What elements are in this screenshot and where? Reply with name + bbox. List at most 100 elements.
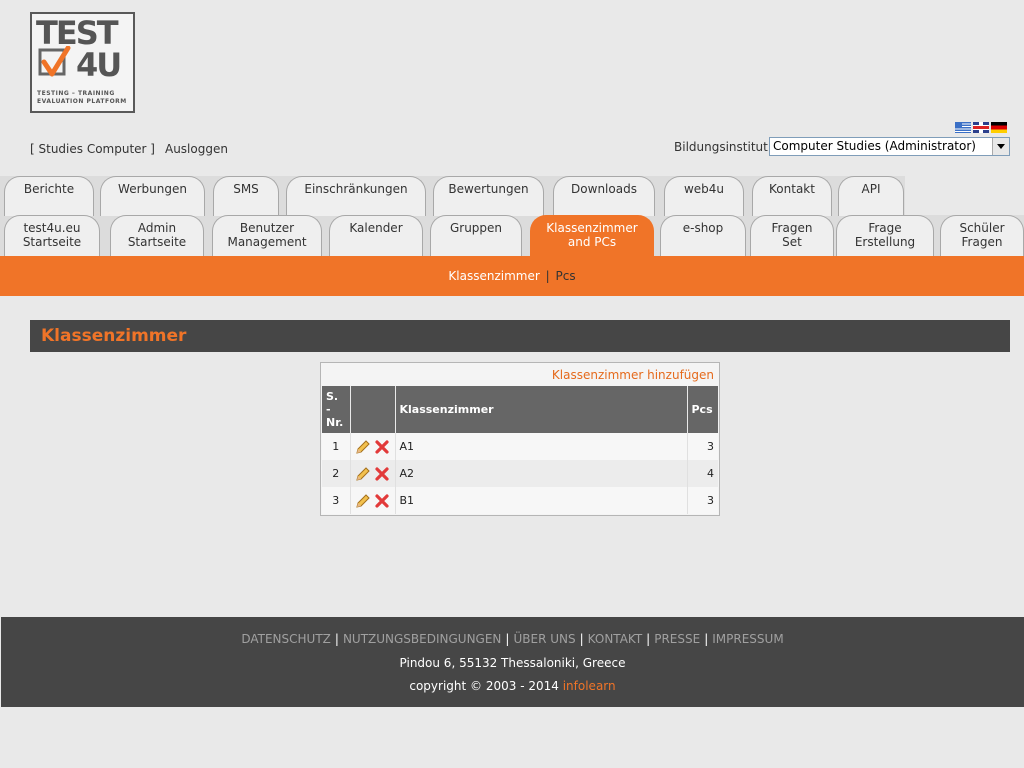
logo-tagline-1: TESTING – TRAINING [37, 90, 115, 97]
footer-link-ueber-uns[interactable]: ÜBER UNS [513, 632, 575, 646]
tab-sms[interactable]: SMS [213, 176, 279, 216]
tab-admin-startseite[interactable]: Admin Startseite [110, 215, 204, 256]
footer-address: Pindou 6, 55132 Thessaloniki, Greece [399, 656, 626, 670]
sub-navigation: Klassenzimmer | Pcs [0, 256, 1024, 296]
tab-fragen-set[interactable]: Fragen Set [750, 215, 834, 256]
tab-kalender[interactable]: Kalender [329, 215, 423, 256]
greek-flag-icon[interactable] [955, 122, 971, 133]
tab-schueler-fragen[interactable]: Schüler Fragen [940, 215, 1024, 256]
cell-actions [350, 460, 396, 487]
cell-pcs: 4 [687, 460, 718, 487]
footer-separator: | [505, 632, 510, 646]
footer-link-kontakt[interactable]: KONTAKT [588, 632, 643, 646]
tab-label-line1: test4u.eu [23, 221, 81, 235]
user-links: [ Studies Computer ] Ausloggen [30, 142, 228, 156]
tab-label-line2: Startseite [127, 235, 187, 249]
cell-actions [350, 487, 396, 514]
cell-classroom-name: A2 [395, 460, 688, 487]
footer-link-impressum[interactable]: IMPRESSUM [712, 632, 783, 646]
column-header-actions [350, 386, 396, 433]
tab-label-line1: Gruppen [449, 221, 503, 235]
tab-web4u[interactable]: web4u [664, 176, 744, 216]
subnav-klassenzimmer[interactable]: Klassenzimmer [448, 269, 539, 283]
dropdown-arrow-icon[interactable] [992, 138, 1009, 155]
footer-separator: | [579, 632, 584, 646]
footer-links: DATENSCHUTZ | NUTZUNGSBEDINGUNGEN | ÜBER UNS… [1, 632, 1024, 646]
footer-link-nutzungsbedingungen[interactable]: NUTZUNGSBEDINGUNGEN [343, 632, 501, 646]
footer-separator: | [334, 632, 339, 646]
tab-label-line1: Admin [137, 221, 177, 235]
subnav-separator: | [545, 269, 550, 283]
cell-classroom-name: A1 [395, 433, 688, 460]
footer-link-presse[interactable]: PRESSE [654, 632, 700, 646]
institute-select[interactable]: Computer Studies (Administrator) [769, 137, 1010, 156]
cell-nr: 2 [322, 460, 351, 487]
german-flag-icon[interactable] [991, 122, 1007, 133]
checkmark-icon [38, 46, 71, 77]
tab-label-line1: Klassenzimmer [546, 221, 638, 235]
subnav-pcs[interactable]: Pcs [556, 269, 576, 283]
delete-x-icon[interactable] [374, 466, 390, 482]
cell-actions [350, 433, 396, 460]
nav-tabs-row-2: test4u.eu Startseite Admin Startseite Be… [0, 215, 1024, 256]
table-row: 3 B1 3 [322, 487, 718, 514]
tab-test4u-startseite[interactable]: test4u.eu Startseite [4, 215, 100, 256]
cell-nr: 1 [322, 433, 351, 460]
uk-flag-icon[interactable] [973, 122, 989, 133]
tab-label-line1: e-shop [682, 221, 724, 235]
add-classroom-link[interactable]: Klassenzimmer hinzufügen [552, 368, 714, 382]
institute-label: Bildungsinstitut: [674, 140, 772, 154]
nav-tabs-row-1: Berichte Werbungen SMS Einschränkungen B… [0, 176, 905, 217]
tab-frage-erstellung[interactable]: Frage Erstellung [836, 215, 934, 256]
tab-einschraenkungen[interactable]: Einschränkungen [286, 176, 426, 216]
tab-label-line2: and PCs [567, 235, 617, 249]
test4u-logo[interactable]: TEST 4U TESTING – TRAINING EVALUATION PL… [30, 12, 135, 113]
tab-label-line1: Fragen [771, 221, 813, 235]
table-header-row: S. - Nr. Klassenzimmer Pcs [322, 386, 718, 433]
pencil-edit-icon[interactable] [355, 493, 371, 509]
tab-gruppen[interactable]: Gruppen [430, 215, 522, 256]
tab-api[interactable]: API [838, 176, 904, 216]
delete-x-icon[interactable] [374, 439, 390, 455]
tab-label-line2: Startseite [22, 235, 82, 249]
page-title: Klassenzimmer [30, 320, 1010, 352]
tab-bewertungen[interactable]: Bewertungen [433, 176, 544, 216]
tab-label-line1: Schüler [959, 221, 1005, 235]
footer-link-datenschutz[interactable]: DATENSCHUTZ [241, 632, 331, 646]
tab-e-shop[interactable]: e-shop [660, 215, 746, 256]
tab-kontakt[interactable]: Kontakt [752, 176, 832, 216]
tab-benutzer-management[interactable]: Benutzer Management [212, 215, 322, 256]
footer: DATENSCHUTZ | NUTZUNGSBEDINGUNGEN | ÜBER UNS… [1, 617, 1024, 707]
institute-selected-value: Computer Studies (Administrator) [773, 139, 976, 153]
tab-berichte[interactable]: Berichte [4, 176, 94, 216]
tab-werbungen[interactable]: Werbungen [100, 176, 205, 216]
pencil-edit-icon[interactable] [355, 466, 371, 482]
tab-downloads[interactable]: Downloads [553, 176, 655, 216]
column-header-nr-line2: - [326, 403, 331, 416]
tab-label-line1: Frage [868, 221, 902, 235]
footer-copyright: copyright © 2003 - 2014 infolearn [1, 679, 1024, 693]
tab-label-line2: Set [782, 235, 802, 249]
column-header-nr[interactable]: S. - Nr. [322, 386, 351, 433]
logo-tagline-2: EVALUATION PLATFORM [37, 98, 127, 105]
delete-x-icon[interactable] [374, 493, 390, 509]
column-header-pcs[interactable]: Pcs [687, 386, 718, 433]
cell-classroom-name: B1 [395, 487, 688, 514]
cell-nr: 3 [322, 487, 351, 514]
tab-klassenzimmer-pcs[interactable]: Klassenzimmer and PCs [530, 215, 654, 256]
pencil-edit-icon[interactable] [355, 439, 371, 455]
logo-word-4u: 4U [76, 46, 122, 84]
table-row: 2 A2 4 [322, 460, 718, 487]
cell-pcs: 3 [687, 487, 718, 514]
account-link[interactable]: [ Studies Computer ] [30, 142, 155, 156]
logout-link[interactable]: Ausloggen [165, 142, 228, 156]
classrooms-table: S. - Nr. Klassenzimmer Pcs 1 A1 3 2 A2 4… [322, 386, 718, 514]
tab-label-line2: Erstellung [854, 235, 916, 249]
tab-label-line1: Kalender [349, 221, 403, 235]
column-header-klassenzimmer[interactable]: Klassenzimmer [395, 386, 688, 433]
column-header-nr-line3: Nr. [326, 416, 344, 429]
infolearn-link[interactable]: infolearn [563, 679, 616, 693]
tab-label-line1: Benutzer [239, 221, 295, 235]
tab-label-line2: Management [227, 235, 307, 249]
footer-separator: | [704, 632, 709, 646]
